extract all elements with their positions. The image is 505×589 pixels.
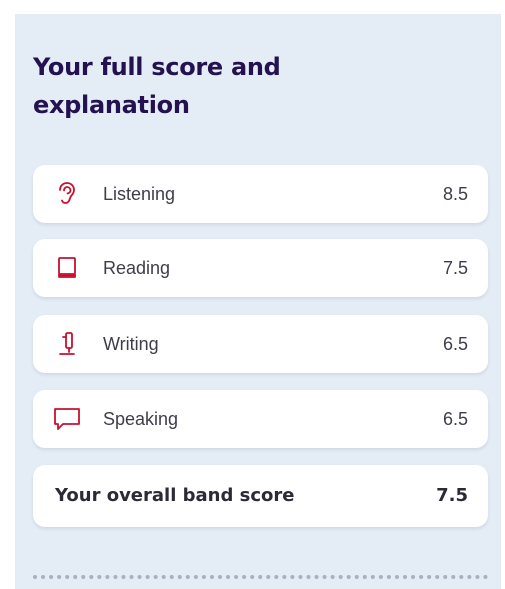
score-panel: Your full score and explanation Listenin…	[15, 14, 501, 589]
overall-score-label: Your overall band score	[55, 485, 295, 506]
score-label: Reading	[103, 258, 171, 278]
overall-score-row: Your overall band score 7.5	[33, 465, 488, 527]
score-value: 8.5	[442, 184, 468, 204]
book-icon	[53, 254, 81, 282]
score-row-listening: Listening 8.5	[33, 165, 488, 223]
score-label: Listening	[103, 184, 176, 204]
score-value: 6.5	[442, 409, 468, 429]
score-value: 6.5	[442, 334, 468, 354]
ear-icon	[53, 180, 81, 208]
page-title: Your full score and explanation	[33, 53, 281, 119]
dotted-divider	[33, 575, 488, 579]
score-label: Speaking	[103, 409, 179, 429]
score-row-reading: Reading 7.5	[33, 239, 488, 297]
speech-bubble-icon	[53, 405, 81, 433]
score-value: 7.5	[442, 258, 468, 278]
score-row-writing: Writing 6.5	[33, 315, 488, 373]
score-row-speaking: Speaking 6.5	[33, 390, 488, 448]
score-label: Writing	[103, 334, 159, 354]
pen-icon	[53, 330, 81, 358]
overall-score-value: 7.5	[436, 485, 468, 506]
